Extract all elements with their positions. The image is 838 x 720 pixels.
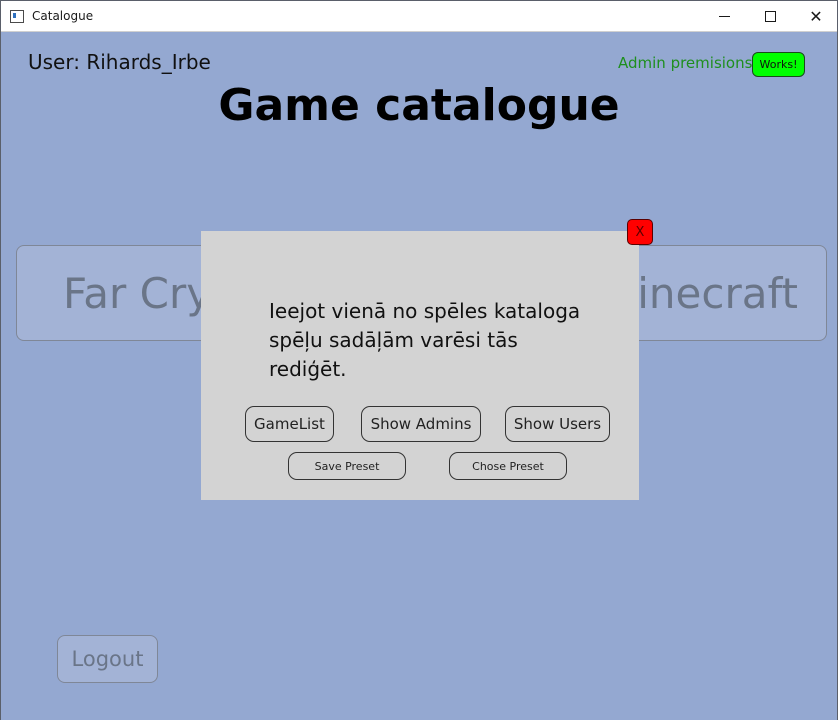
dialog-close-button[interactable]: X xyxy=(627,219,653,245)
logout-button[interactable]: Logout xyxy=(57,635,158,683)
chose-preset-button[interactable]: Chose Preset xyxy=(449,452,567,480)
close-window-button[interactable]: ✕ xyxy=(793,1,838,31)
game-card-minecraft[interactable]: Minecraft xyxy=(616,245,827,341)
show-admins-button[interactable]: Show Admins xyxy=(361,406,481,442)
minimize-button[interactable] xyxy=(701,1,747,31)
close-icon: ✕ xyxy=(809,6,823,26)
show-users-button[interactable]: Show Users xyxy=(505,406,610,442)
admin-permissions-label: Admin premisions: xyxy=(618,54,758,72)
page-title: Game catalogue xyxy=(218,80,620,131)
title-bar[interactable]: Catalogue ✕ xyxy=(1,1,837,32)
save-preset-button[interactable]: Save Preset xyxy=(288,452,406,480)
minimize-icon xyxy=(718,15,730,17)
dialog-message: Ieejot vienā no spēles kataloga spēļu sa… xyxy=(269,299,581,381)
game-card-far-cry[interactable]: Far Cry xyxy=(16,245,216,341)
user-label: User: Rihards_Irbe xyxy=(28,50,211,74)
main-content: User: Rihards_Irbe Admin premisions: Wor… xyxy=(1,32,837,720)
maximize-button[interactable] xyxy=(747,1,793,31)
info-dialog: Ieejot vienā no spēles kataloga spēļu sa… xyxy=(201,231,639,500)
app-window: Catalogue ✕ User: Rihards_Irbe Admin pre… xyxy=(0,0,838,720)
maximize-icon xyxy=(764,10,776,22)
game-card-label: Minecraft xyxy=(616,269,798,318)
window-title: Catalogue xyxy=(32,9,94,23)
game-card-label: Far Cry xyxy=(63,269,212,318)
app-icon xyxy=(10,10,24,23)
gamelist-button[interactable]: GameList xyxy=(245,406,334,442)
admin-status-button[interactable]: Works! xyxy=(752,52,805,77)
